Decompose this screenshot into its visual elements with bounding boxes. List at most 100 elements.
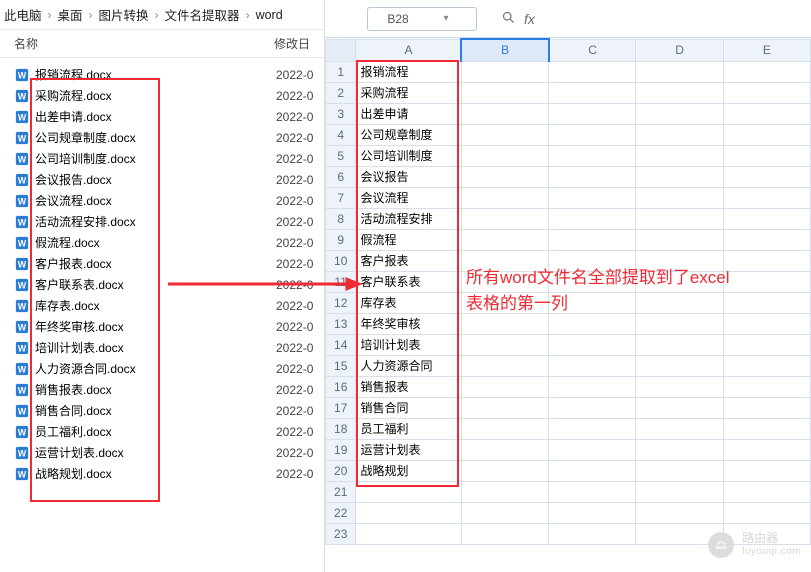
cell[interactable]: [723, 103, 810, 124]
cell[interactable]: [636, 418, 723, 439]
row-header[interactable]: 22: [326, 502, 356, 523]
cell[interactable]: [636, 481, 723, 502]
cell[interactable]: [636, 250, 723, 271]
row-header[interactable]: 1: [326, 61, 356, 82]
row-header[interactable]: 23: [326, 523, 356, 544]
cell[interactable]: [549, 460, 636, 481]
cell[interactable]: [461, 103, 548, 124]
cell[interactable]: [636, 229, 723, 250]
cell[interactable]: [723, 376, 810, 397]
cell[interactable]: [723, 61, 810, 82]
cell[interactable]: [461, 502, 548, 523]
cell[interactable]: 会议流程: [356, 187, 462, 208]
cell[interactable]: [723, 208, 810, 229]
cell[interactable]: 采购流程: [356, 82, 462, 103]
col-header-A[interactable]: A: [356, 39, 462, 61]
cell[interactable]: [549, 523, 636, 544]
cell[interactable]: [461, 187, 548, 208]
file-row[interactable]: W报销流程.docx2022-0: [0, 64, 324, 85]
cell[interactable]: [723, 481, 810, 502]
cell[interactable]: [549, 355, 636, 376]
cell[interactable]: [461, 145, 548, 166]
cell[interactable]: [461, 82, 548, 103]
row-header[interactable]: 2: [326, 82, 356, 103]
cell[interactable]: [723, 82, 810, 103]
row-header[interactable]: 3: [326, 103, 356, 124]
cell[interactable]: [461, 418, 548, 439]
cell[interactable]: [723, 334, 810, 355]
cell[interactable]: [549, 376, 636, 397]
cell[interactable]: [723, 166, 810, 187]
file-row[interactable]: W采购流程.docx2022-0: [0, 85, 324, 106]
cell[interactable]: 销售合同: [356, 397, 462, 418]
cell[interactable]: [549, 334, 636, 355]
cell[interactable]: 战略规划: [356, 460, 462, 481]
cell[interactable]: [636, 502, 723, 523]
cell[interactable]: [636, 103, 723, 124]
file-row[interactable]: W销售报表.docx2022-0: [0, 379, 324, 400]
cell[interactable]: [461, 166, 548, 187]
cell[interactable]: [461, 271, 548, 292]
cell[interactable]: [636, 376, 723, 397]
file-row[interactable]: W销售合同.docx2022-0: [0, 400, 324, 421]
row-header[interactable]: 21: [326, 481, 356, 502]
row-header[interactable]: 17: [326, 397, 356, 418]
cell[interactable]: [723, 502, 810, 523]
file-row[interactable]: W公司规章制度.docx2022-0: [0, 127, 324, 148]
file-row[interactable]: W运营计划表.docx2022-0: [0, 442, 324, 463]
cell[interactable]: [549, 481, 636, 502]
cell[interactable]: [723, 250, 810, 271]
cell[interactable]: [549, 145, 636, 166]
row-header[interactable]: 19: [326, 439, 356, 460]
cell[interactable]: [549, 292, 636, 313]
cell[interactable]: [461, 334, 548, 355]
cell[interactable]: 客户联系表: [356, 271, 462, 292]
file-row[interactable]: W出差申请.docx2022-0: [0, 106, 324, 127]
cell[interactable]: [461, 124, 548, 145]
cell[interactable]: [461, 61, 548, 82]
file-row[interactable]: W客户报表.docx2022-0: [0, 253, 324, 274]
cell[interactable]: [723, 460, 810, 481]
cell[interactable]: [636, 313, 723, 334]
cell[interactable]: [356, 502, 462, 523]
file-row[interactable]: W年终奖审核.docx2022-0: [0, 316, 324, 337]
file-row[interactable]: W库存表.docx2022-0: [0, 295, 324, 316]
cell[interactable]: [723, 397, 810, 418]
cell[interactable]: [723, 229, 810, 250]
cell[interactable]: [461, 376, 548, 397]
file-row[interactable]: W客户联系表.docx2022-0: [0, 274, 324, 295]
cell[interactable]: [549, 166, 636, 187]
cell[interactable]: [636, 292, 723, 313]
cell[interactable]: 公司培训制度: [356, 145, 462, 166]
cell[interactable]: 假流程: [356, 229, 462, 250]
cell[interactable]: [549, 82, 636, 103]
cell[interactable]: [723, 271, 810, 292]
cell[interactable]: 人力资源合同: [356, 355, 462, 376]
fx-icon[interactable]: fx: [524, 11, 535, 27]
cell[interactable]: [461, 313, 548, 334]
cell[interactable]: [461, 397, 548, 418]
cell[interactable]: 公司规章制度: [356, 124, 462, 145]
breadcrumb-item[interactable]: 文件名提取器: [165, 5, 240, 24]
breadcrumb-item[interactable]: 图片转换: [99, 5, 149, 24]
column-name-header[interactable]: 名称: [0, 35, 274, 52]
column-date-header[interactable]: 修改日: [274, 35, 324, 52]
cell[interactable]: [549, 229, 636, 250]
select-all-corner[interactable]: [326, 39, 356, 61]
row-header[interactable]: 10: [326, 250, 356, 271]
cell[interactable]: [549, 397, 636, 418]
file-row[interactable]: W假流程.docx2022-0: [0, 232, 324, 253]
file-row[interactable]: W公司培训制度.docx2022-0: [0, 148, 324, 169]
cell[interactable]: [636, 334, 723, 355]
cell[interactable]: 销售报表: [356, 376, 462, 397]
col-header-D[interactable]: D: [636, 39, 723, 61]
cell[interactable]: [636, 61, 723, 82]
cell[interactable]: 年终奖审核: [356, 313, 462, 334]
cell[interactable]: [461, 523, 548, 544]
cell[interactable]: [636, 208, 723, 229]
row-header[interactable]: 18: [326, 418, 356, 439]
cell[interactable]: [549, 124, 636, 145]
row-header[interactable]: 20: [326, 460, 356, 481]
file-row[interactable]: W战略规划.docx2022-0: [0, 463, 324, 484]
row-header[interactable]: 13: [326, 313, 356, 334]
